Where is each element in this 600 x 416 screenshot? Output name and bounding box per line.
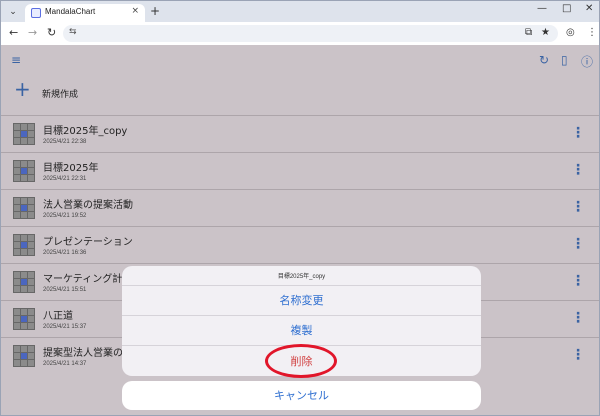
window-close-icon[interactable]: ✕ — [585, 3, 593, 14]
list-item[interactable]: プレゼンテーション 2025/4/21 16:36 ⋮ — [1, 226, 599, 263]
address-toolbar: ← → ↻ ⇆ ⧉ ★ ◎ ⋮ — [0, 22, 600, 45]
more-options-icon[interactable]: ⋮ — [571, 348, 585, 362]
item-title: 八正道 — [43, 311, 73, 322]
reload-icon[interactable]: ↻ — [47, 26, 56, 39]
mandala-thumbnail-icon — [13, 160, 35, 182]
refresh-icon[interactable]: ↻ — [539, 53, 549, 67]
favicon-icon — [31, 8, 41, 18]
tab-close-icon[interactable]: × — [131, 6, 139, 16]
duplicate-button[interactable]: 複製 — [122, 315, 481, 345]
action-sheet: 目標2025年_copy 名称変更 複製 削除 — [122, 266, 481, 376]
list-item[interactable]: 法人営業の提案活動 2025/4/21 19:52 ⋮ — [1, 189, 599, 226]
item-title: 法人営業の提案活動 — [43, 200, 133, 211]
rename-button[interactable]: 名称変更 — [122, 285, 481, 315]
list-item[interactable]: 目標2025年 2025/4/21 22:31 ⋮ — [1, 152, 599, 189]
browser-tab-strip: ⌄ MandalaChart × + — □ ✕ — [0, 0, 600, 23]
item-date: 2025/4/21 22:31 — [43, 176, 87, 182]
item-date: 2025/4/21 15:37 — [43, 324, 87, 330]
more-options-icon[interactable]: ⋮ — [571, 200, 585, 214]
address-input[interactable]: ⇆ — [63, 25, 558, 42]
tab-mandalachart[interactable]: MandalaChart × — [25, 4, 145, 23]
plus-icon: + — [14, 77, 31, 101]
item-date: 2025/4/21 19:52 — [43, 213, 87, 219]
mandala-thumbnail-icon — [13, 345, 35, 367]
item-date: 2025/4/21 22:38 — [43, 139, 87, 145]
minimize-icon[interactable]: — — [537, 3, 547, 14]
mandala-thumbnail-icon — [13, 271, 35, 293]
browser-menu-icon[interactable]: ⋮ — [587, 27, 597, 38]
bookmark-star-icon[interactable]: ★ — [541, 27, 550, 38]
more-options-icon[interactable]: ⋮ — [571, 237, 585, 251]
maximize-icon[interactable]: □ — [562, 3, 571, 14]
item-date: 2025/4/21 15:51 — [43, 287, 87, 293]
mandala-thumbnail-icon — [13, 197, 35, 219]
cancel-button[interactable]: キャンセル — [122, 381, 481, 410]
new-tab-icon[interactable]: + — [150, 4, 160, 18]
more-options-icon[interactable]: ⋮ — [571, 274, 585, 288]
back-icon[interactable]: ← — [9, 26, 18, 39]
action-sheet-title: 目標2025年_copy — [277, 274, 326, 280]
item-title: 目標2025年 — [43, 163, 99, 174]
tab-search-icon[interactable]: ⌄ — [5, 4, 21, 20]
sort-icon[interactable]: ≡ — [11, 53, 21, 67]
more-options-icon[interactable]: ⋮ — [571, 311, 585, 325]
delete-button[interactable]: 削除 — [122, 345, 481, 376]
item-title: プレゼンテーション — [43, 237, 133, 248]
more-options-icon[interactable]: ⋮ — [571, 163, 585, 177]
item-date: 2025/4/21 14:37 — [43, 361, 87, 367]
install-app-icon[interactable]: ⧉ — [525, 27, 532, 38]
item-title: 提案型法人営業の下 — [43, 348, 133, 359]
list-item[interactable]: 目標2025年_copy 2025/4/21 22:38 ⋮ — [1, 115, 599, 152]
site-info-icon[interactable]: ⇆ — [69, 27, 77, 37]
info-icon[interactable]: ⓘ — [581, 53, 593, 70]
more-options-icon[interactable]: ⋮ — [571, 126, 585, 140]
item-date: 2025/4/21 16:36 — [43, 250, 87, 256]
mandala-thumbnail-icon — [13, 123, 35, 145]
tab-title: MandalaChart — [45, 7, 96, 16]
mandala-thumbnail-icon — [13, 308, 35, 330]
mandala-thumbnail-icon — [13, 234, 35, 256]
item-title: 目標2025年_copy — [43, 126, 128, 137]
profile-icon[interactable]: ◎ — [566, 27, 575, 38]
forward-icon[interactable]: → — [28, 26, 37, 39]
new-create-label: 新規作成 — [42, 90, 79, 100]
import-file-icon[interactable]: ▯ — [561, 53, 568, 67]
item-title: マーケティング計画 — [43, 274, 133, 285]
